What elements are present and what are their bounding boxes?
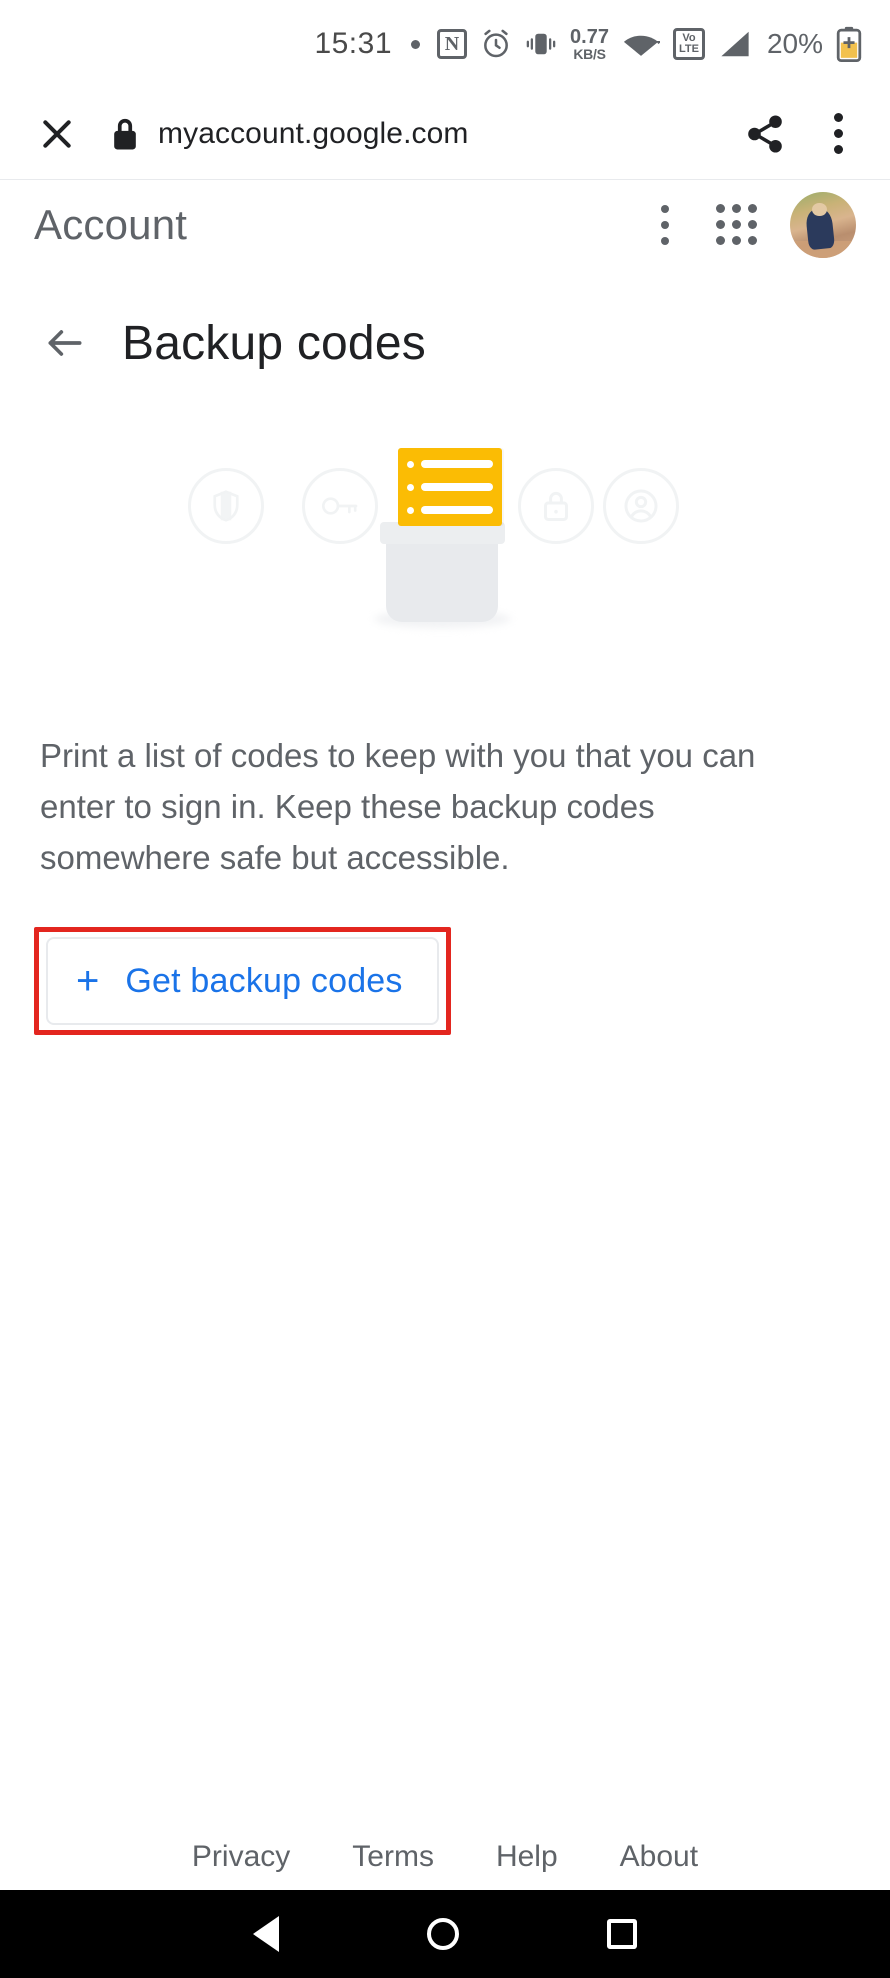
nfc-icon: N	[437, 29, 468, 59]
back-arrow-icon[interactable]	[34, 312, 96, 374]
account-title: Account	[34, 201, 188, 248]
backup-codes-card	[374, 442, 511, 628]
page-title: Backup codes	[122, 316, 426, 370]
share-icon[interactable]	[738, 107, 792, 161]
close-icon[interactable]	[30, 107, 84, 161]
status-bar: 15:31 N 0.77 KB/S Vo LTE 20%	[0, 0, 890, 88]
battery-icon	[836, 26, 862, 62]
footer-link-privacy[interactable]: Privacy	[192, 1840, 290, 1874]
avatar[interactable]	[790, 192, 856, 258]
signal-icon	[718, 29, 752, 59]
url-text[interactable]: myaccount.google.com	[158, 117, 469, 151]
footer-link-help[interactable]: Help	[496, 1840, 558, 1874]
more-vertical-icon[interactable]	[642, 195, 688, 255]
annotation-highlight: + Get backup codes	[34, 927, 451, 1036]
volte-icon: Vo LTE	[672, 28, 705, 60]
get-backup-codes-label: Get backup codes	[125, 961, 403, 1000]
android-nav-bar	[0, 1890, 890, 1978]
battery-percent-label: 20%	[766, 28, 823, 59]
status-clock: 15:31	[314, 27, 393, 60]
footer-link-terms[interactable]: Terms	[352, 1840, 434, 1874]
key-icon	[302, 468, 378, 544]
nav-recents-icon[interactable]	[607, 1919, 637, 1949]
vibrate-icon	[525, 29, 557, 59]
shield-icon	[188, 468, 264, 544]
more-vertical-icon[interactable]	[816, 107, 860, 161]
footer: Privacy Terms Help About	[0, 1840, 890, 1874]
data-rate-icon: 0.77 KB/S	[570, 26, 609, 62]
account-header: Account	[0, 180, 890, 270]
description-text: Print a list of codes to keep with you t…	[40, 737, 756, 877]
footer-link-about[interactable]: About	[620, 1840, 698, 1874]
alarm-icon	[480, 28, 512, 60]
get-backup-codes-button[interactable]: + Get backup codes	[46, 937, 439, 1026]
person-icon	[603, 468, 679, 544]
phone-screen: 15:31 N 0.77 KB/S Vo LTE 20% myaccount.g…	[0, 0, 890, 1978]
plus-icon: +	[76, 959, 100, 1004]
nav-home-icon[interactable]	[427, 1918, 459, 1950]
lock-icon[interactable]	[110, 117, 140, 151]
browser-toolbar: myaccount.google.com	[0, 88, 890, 180]
nav-back-icon[interactable]	[253, 1916, 279, 1952]
apps-grid-icon[interactable]	[710, 198, 764, 252]
wifi-icon	[622, 29, 660, 59]
lock-icon	[518, 468, 594, 544]
status-dot-indicator	[411, 39, 421, 49]
page-title-row: Backup codes	[0, 270, 890, 374]
backup-codes-illustration	[0, 442, 890, 672]
